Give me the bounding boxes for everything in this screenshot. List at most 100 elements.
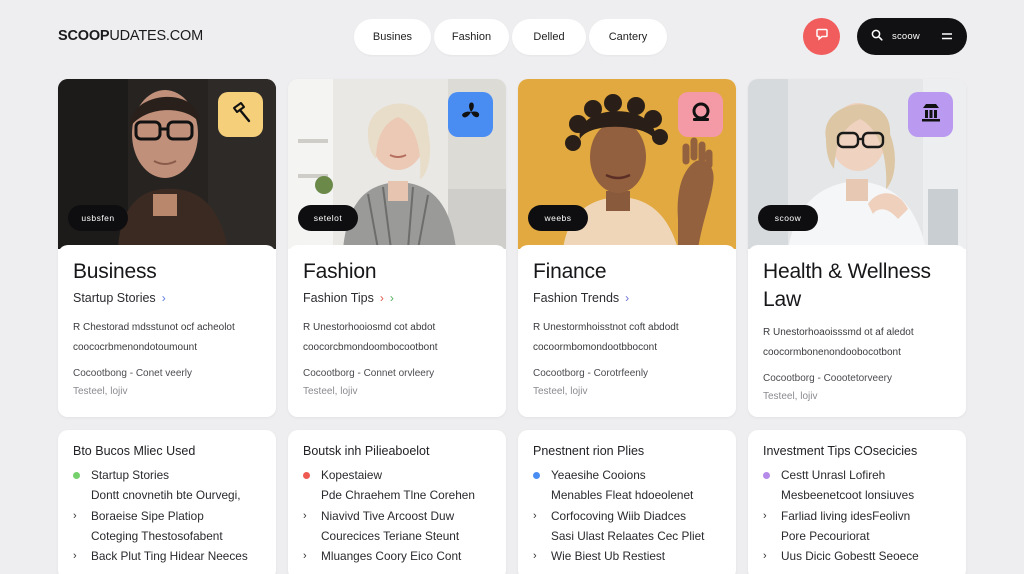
site-logo[interactable]: SCOOPUDATES.COM <box>58 28 203 44</box>
meta-line-2: Testeel, lojiv <box>533 386 588 397</box>
chevron-right-icon: › <box>73 550 77 563</box>
card-body: Health & Wellness Law R Unestorhoaoisssm… <box>748 245 966 417</box>
card-title[interactable]: Health & Wellness <box>763 258 951 286</box>
list-item[interactable]: Menables Fleat hdoeolenet <box>533 485 722 505</box>
chevron-right-icon: › <box>533 550 537 563</box>
chevron-right-icon: › <box>379 291 384 305</box>
hammer-icon <box>228 99 254 130</box>
meta-line-1: Cocootborg - Connet orvleery <box>303 368 435 379</box>
dot-icon <box>303 471 310 479</box>
panel-1: Bto Bucos Mliec Used Startup Stories Dont… <box>58 430 276 574</box>
card-subtitle: Startup Stories <box>73 291 156 305</box>
list-item[interactable]: Pore Pecouriorat <box>763 526 952 546</box>
category-badge <box>678 92 723 137</box>
category-badge <box>448 92 493 137</box>
card-meta: Cocootborg - Connet orvleery Testeel, lo… <box>303 365 491 401</box>
panel-list: Kopestaiew Pde Chraehem Tlne Corehen › Niav… <box>303 465 492 566</box>
meta-line-2: Testeel, lojiv <box>73 386 128 397</box>
card-title[interactable]: Fashion <box>303 258 491 286</box>
meta-line-2: Testeel, lojiv <box>303 386 358 397</box>
list-item[interactable]: Coteging Thestosofabent <box>73 526 262 546</box>
chevron-right-icon: › <box>533 509 537 522</box>
card-title[interactable]: Business <box>73 258 261 286</box>
nav-pill-delled[interactable]: Delled <box>512 19 586 55</box>
description-line-2: coococrbmenondotoumount <box>73 342 197 353</box>
search-icon <box>871 28 883 46</box>
chevron-right-icon: › <box>389 291 394 305</box>
card-finance[interactable]: weebs Finance Fashion Trends › R Unestor… <box>518 79 736 417</box>
panel-3: Pnestnent rion Plies Yeaesihe Cooions Men… <box>518 430 736 574</box>
list-item[interactable]: Pde Chraehem Tlne Corehen <box>303 485 492 505</box>
dot-icon <box>763 471 770 479</box>
list-item-label: Corfocoving Wiib Diadces <box>551 508 687 523</box>
card-meta: Cocootborg - Coootetorveery Testeel, loj… <box>763 370 951 406</box>
top-header: SCOOPUDATES.COM Busines Fashion Delled C… <box>0 0 1024 74</box>
nav-pill-business[interactable]: Busines <box>354 19 431 55</box>
panel-list: Cestt Unrasl Lofireh Mesbeenetcoot lonsiu… <box>763 465 952 566</box>
category-chip[interactable]: setelot <box>298 205 358 231</box>
chevron-right-icon: › <box>763 509 767 522</box>
list-item[interactable]: Dontt cnovnetih bte Ourvegi, <box>73 485 262 505</box>
nav-pill-fashion[interactable]: Fashion <box>434 19 509 55</box>
card-title[interactable]: Finance <box>533 258 721 286</box>
chevron-right-icon: › <box>303 509 307 522</box>
card-description: R Chestorad mdsstunot ocf acheolot cooco… <box>73 318 261 358</box>
list-item-label: Back Plut Ting Hidear Neeces <box>91 549 248 564</box>
description-line-1: R Unestorhooiosmd cot abdot <box>303 322 436 333</box>
search-label: scoow <box>892 31 920 42</box>
card-body: Business Startup Stories › R Chestorad m… <box>58 245 276 417</box>
list-item-label: Yeaesihe Cooions <box>551 468 646 483</box>
list-item[interactable]: Kopestaiew <box>303 465 492 485</box>
list-item-label: Boraeise Sipe Platiop <box>91 508 204 523</box>
card-subtitle-link[interactable]: Startup Stories › <box>73 291 261 305</box>
panel-title: Investment Tips COsecicies <box>763 444 918 458</box>
category-chip[interactable]: scoow <box>758 205 818 231</box>
bullet-dot-icon <box>303 471 321 479</box>
list-item[interactable]: Mesbeenetcoot lonsiuves <box>763 485 952 505</box>
meta-line-1: Cocootbong - Conet veerly <box>73 368 192 379</box>
card-subtitle-link[interactable]: Fashion Tips › › <box>303 291 491 305</box>
list-item[interactable]: › Boraeise Sipe Platiop <box>73 506 262 526</box>
category-chip[interactable]: usbsfen <box>68 205 128 231</box>
list-item[interactable]: › Back Plut Ting Hidear Neeces <box>73 546 262 566</box>
nav-pill-cantery[interactable]: Cantery <box>589 19 667 55</box>
card-subtitle: Fashion Trends <box>533 291 620 305</box>
list-item[interactable]: › Niavivd Tive Arcoost Duw <box>303 506 492 526</box>
card-fashion[interactable]: setelot Fashion Fashion Tips › › R Unest… <box>288 79 506 417</box>
message-icon <box>815 27 829 46</box>
menu-icon[interactable] <box>941 28 953 46</box>
list-item[interactable]: Yeaesihe Cooions <box>533 465 722 485</box>
building-icon <box>918 99 944 130</box>
list-item-label: Kopestaiew <box>321 468 382 483</box>
chevron-right-icon: › <box>625 291 630 305</box>
list-item[interactable]: Courecices Teriane Steunt <box>303 526 492 546</box>
list-item-label: Uus Dicic Gobestt Seoece <box>781 549 919 564</box>
list-item-label: Courecices Teriane Steunt <box>321 529 460 544</box>
notification-button[interactable] <box>803 18 840 55</box>
card-business[interactable]: usbsfen Business Startup Stories › R Che… <box>58 79 276 417</box>
list-item[interactable]: › Corfocoving Wiib Diadces <box>533 506 722 526</box>
list-item[interactable]: Cestt Unrasl Lofireh <box>763 465 952 485</box>
dot-icon <box>73 471 80 479</box>
list-item[interactable]: › Farliad living idesFeolivn <box>763 506 952 526</box>
list-item-label: Menables Fleat hdoeolenet <box>551 488 694 503</box>
list-item-label: Startup Stories <box>91 468 170 483</box>
card-body: Fashion Fashion Tips › › R Unestorhooios… <box>288 245 506 417</box>
list-item[interactable]: › Mluanges Coory Eico Cont <box>303 546 492 566</box>
panel-list: Yeaesihe Cooions Menables Fleat hdoeolene… <box>533 465 722 566</box>
list-item-label: Coteging Thestosofabent <box>91 529 223 544</box>
list-item[interactable]: Startup Stories <box>73 465 262 485</box>
list-item[interactable]: › Uus Dicic Gobestt Seoece <box>763 546 952 566</box>
description-line-1: R Chestorad mdsstunot ocf acheolot <box>73 322 235 333</box>
meta-line-2: Testeel, lojiv <box>763 391 818 402</box>
category-chip[interactable]: weebs <box>528 205 588 231</box>
card-subtitle-link[interactable]: Fashion Trends › <box>533 291 721 305</box>
search-button[interactable]: scoow <box>857 18 967 55</box>
card-title-line-2[interactable]: Law <box>763 286 951 314</box>
chevron-right-icon: › <box>303 550 307 563</box>
list-item[interactable]: › Wie Biest Ub Restiest <box>533 546 722 566</box>
card-health-wellness[interactable]: scoow Health & Wellness Law R Unestorhoa… <box>748 79 966 417</box>
list-item[interactable]: Sasi Ulast Relaates Cec Pliet <box>533 526 722 546</box>
list-item-label: Pde Chraehem Tlne Corehen <box>321 488 475 503</box>
panel-4: Investment Tips COsecicies Cestt Unrasl … <box>748 430 966 574</box>
